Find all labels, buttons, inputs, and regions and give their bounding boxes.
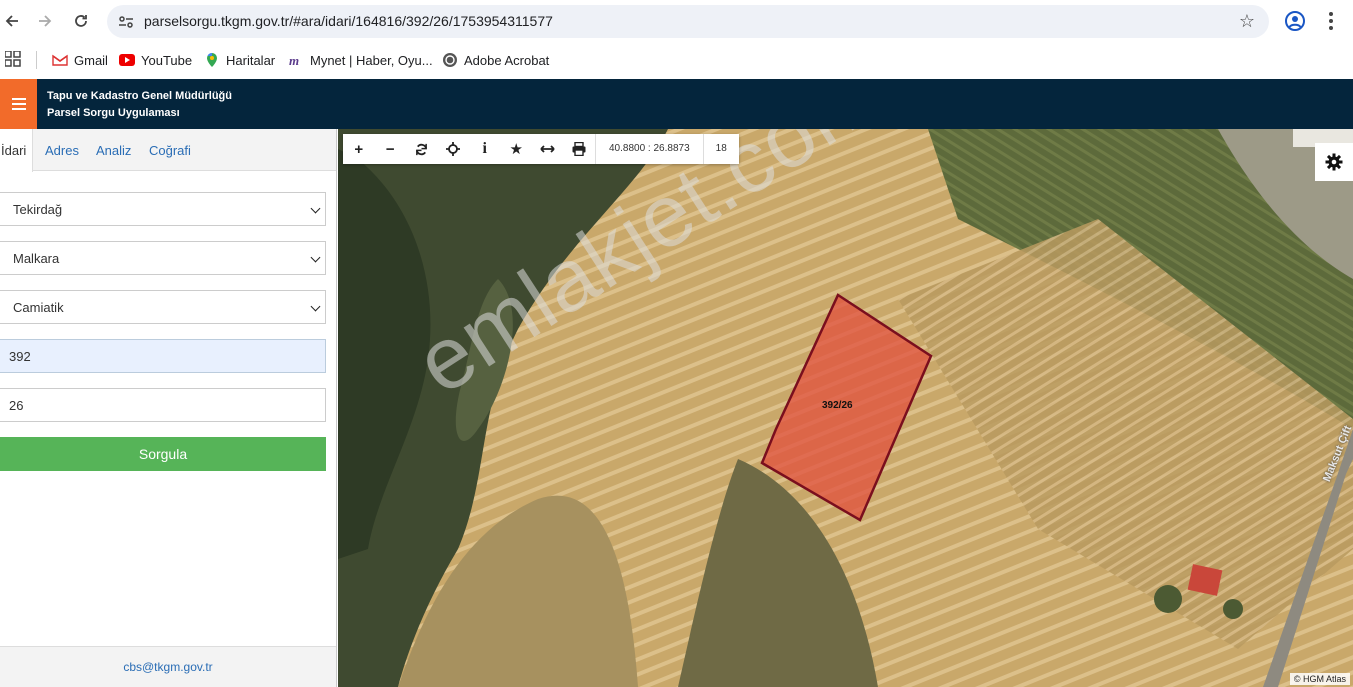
refresh-icon[interactable]	[406, 134, 438, 164]
apps-icon[interactable]	[5, 51, 21, 67]
bookmark-label: YouTube	[141, 52, 193, 68]
app-title: Tapu ve Kadastro Genel Müdürlüğü Parsel …	[47, 88, 232, 122]
bookmark-label: Haritalar	[226, 52, 276, 68]
measure-icon[interactable]	[532, 134, 564, 164]
settings-gear-icon[interactable]	[1315, 143, 1353, 181]
print-icon[interactable]	[564, 134, 596, 164]
zoom-level-readout: 18	[702, 134, 739, 164]
reload-icon[interactable]	[69, 9, 93, 33]
bookmark-youtube[interactable]: YouTube	[119, 50, 192, 70]
sorgula-button[interactable]: Sorgula	[0, 437, 326, 471]
query-panel: İdari Adres Analiz Coğrafi Tekirdağ Malk…	[0, 129, 337, 687]
bookmark-acrobat[interactable]: Adobe Acrobat	[442, 50, 549, 70]
gmail-icon	[52, 54, 68, 66]
browser-menu-icon[interactable]	[1322, 10, 1340, 32]
contact-email-link[interactable]: cbs@tkgm.gov.tr	[123, 660, 212, 674]
parcel-label[interactable]: 392/26	[822, 400, 853, 411]
locate-icon[interactable]	[438, 134, 470, 164]
app-title-line2: Parsel Sorgu Uygulaması	[47, 107, 180, 119]
mynet-icon: m	[289, 53, 299, 68]
forward-icon[interactable]	[33, 9, 57, 33]
bookmark-label: Adobe Acrobat	[464, 52, 550, 68]
site-info-icon[interactable]	[117, 13, 135, 31]
zoom-out-icon[interactable]: −	[375, 134, 407, 164]
profile-icon[interactable]	[1284, 10, 1306, 32]
info-icon[interactable]: i	[469, 134, 501, 164]
coordinate-readout: 40.8800 : 26.8873	[595, 134, 703, 164]
bookmark-maps[interactable]: Haritalar	[204, 50, 275, 70]
bookmark-star-icon[interactable]: ☆	[1239, 11, 1255, 32]
bookmark-separator	[36, 51, 37, 69]
tab-idari[interactable]: İdari	[0, 129, 33, 172]
map-attribution[interactable]: © HGM Atlas	[1289, 673, 1350, 685]
ada-input[interactable]: 392	[0, 339, 326, 373]
bookmarks-bar: Gmail YouTube Haritalar m Mynet | Haber,…	[0, 42, 1353, 78]
browser-toolbar: parselsorgu.tkgm.gov.tr/#ara/idari/16481…	[0, 0, 1353, 42]
mahalle-select[interactable]: Camiatik	[0, 290, 326, 324]
footer-contact: cbs@tkgm.gov.tr	[0, 646, 336, 687]
bookmark-label: Gmail	[74, 52, 108, 68]
favorite-icon[interactable]: ★	[501, 134, 533, 164]
app-header: Tapu ve Kadastro Genel Müdürlüğü Parsel …	[0, 79, 1353, 129]
map-view[interactable]: emlakjet.com 392/26 Maksut Çift + − i ★ …	[338, 129, 1353, 687]
svg-text:m: m	[289, 53, 299, 68]
bookmark-label: Mynet | Haber, Oyu...	[310, 52, 433, 68]
maps-icon	[207, 53, 217, 67]
app-title-line1: Tapu ve Kadastro Genel Müdürlüğü	[47, 90, 232, 102]
ilce-select[interactable]: Malkara	[0, 241, 326, 275]
address-bar[interactable]: parselsorgu.tkgm.gov.tr/#ara/idari/16481…	[107, 5, 1269, 38]
hamburger-menu-icon[interactable]	[0, 79, 37, 129]
il-select[interactable]: Tekirdağ	[0, 192, 326, 226]
query-tabs: İdari Adres Analiz Coğrafi	[0, 129, 336, 172]
parsel-input[interactable]: 26	[0, 388, 326, 422]
bookmark-gmail[interactable]: Gmail	[52, 50, 108, 70]
acrobat-icon	[443, 53, 457, 67]
tab-analiz[interactable]: Analiz	[96, 143, 131, 158]
back-icon[interactable]	[0, 9, 24, 33]
url-text: parselsorgu.tkgm.gov.tr/#ara/idari/16481…	[144, 13, 553, 29]
youtube-icon	[119, 54, 135, 66]
tab-cografi[interactable]: Coğrafi	[149, 143, 191, 158]
tab-adres[interactable]: Adres	[45, 143, 79, 158]
bookmark-mynet[interactable]: m Mynet | Haber, Oyu...	[288, 50, 433, 70]
map-toolbar: + − i ★ 40.8800 : 26.8873 18	[343, 134, 739, 164]
zoom-in-icon[interactable]: +	[343, 134, 375, 164]
